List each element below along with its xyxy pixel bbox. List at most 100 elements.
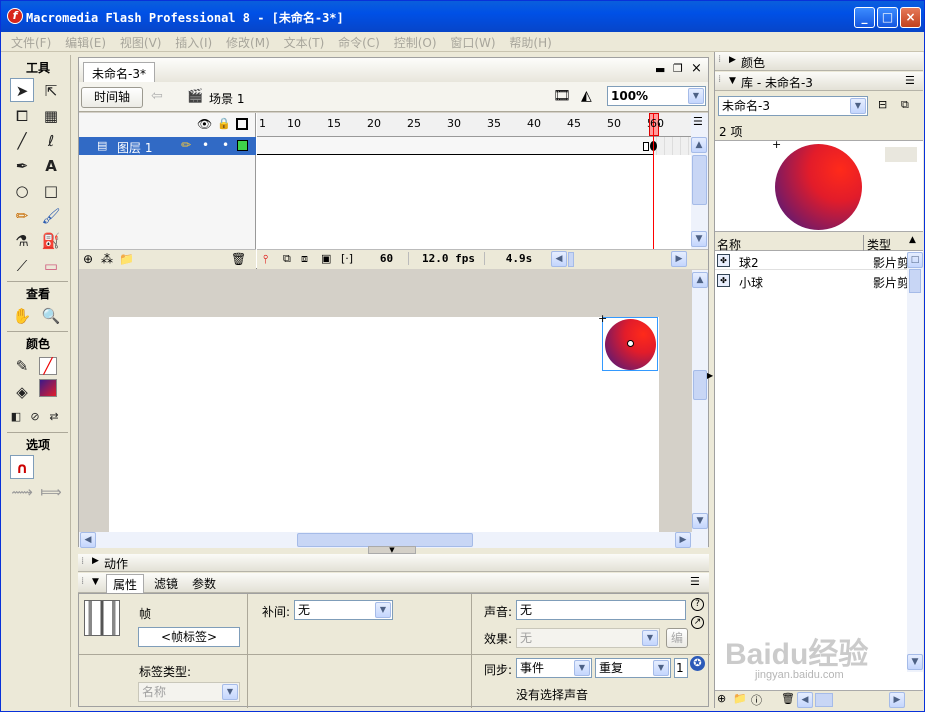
properties-icon[interactable]: ⓘ [751, 692, 762, 708]
visibility-dot[interactable]: • [202, 138, 209, 152]
tab-filters[interactable]: 滤镜 [154, 575, 178, 592]
menu-text[interactable]: 文本(T) [284, 32, 325, 51]
line-tool-icon[interactable]: ╱ [10, 129, 34, 153]
onion-outline-icon[interactable]: ⧈ [301, 252, 308, 266]
minimize-button[interactable]: _ [854, 7, 875, 28]
scroll-left-icon[interactable]: ◀ [797, 692, 813, 708]
eraser-tool-icon[interactable]: ▭ [39, 254, 63, 278]
stage-area[interactable]: + ▲ ▼ [79, 270, 708, 532]
scroll-thumb[interactable] [693, 370, 707, 400]
trash-icon[interactable]: 🗑 [781, 692, 795, 705]
tween-select[interactable]: 无 ▼ [294, 600, 393, 620]
list-item[interactable]: ✤ 球2 影片剪 [715, 252, 907, 270]
actions-label[interactable]: 动作 [104, 555, 128, 572]
pen-tool-icon[interactable]: ✒ [10, 154, 34, 178]
timeline-toggle-button[interactable]: 时间轴 [81, 87, 143, 108]
layer-row-1[interactable]: ▤ 图层 1 ✏ • • [79, 137, 256, 155]
pin-library-icon[interactable]: ⊟ [878, 98, 887, 111]
no-color-icon[interactable]: ⊘ [27, 405, 43, 429]
fill-color-icon[interactable]: ◈ [10, 380, 34, 404]
sound-select[interactable]: 无 [516, 600, 686, 620]
scroll-thumb[interactable] [909, 269, 921, 293]
stage[interactable] [109, 317, 659, 532]
doc-restore-icon[interactable]: ❐ [673, 62, 683, 75]
h-scroll-thumb[interactable] [815, 693, 833, 707]
lock-icon[interactable]: 🔒 [217, 117, 231, 130]
stroke-swatch[interactable]: ╱ [39, 357, 57, 375]
scroll-up-icon[interactable]: ▲ [692, 272, 708, 288]
color-panel-label[interactable]: 颜色 [741, 54, 765, 71]
new-library-icon[interactable]: ⧉ [901, 98, 909, 112]
library-panel-header[interactable]: ⁞ ▼ 库 - 未命名-3 ☰ [715, 72, 923, 91]
frame-ruler[interactable]: 1 10 15 20 25 30 35 40 45 50 55 60 [257, 113, 691, 137]
scroll-left-icon[interactable]: ◀ [551, 251, 567, 267]
snap-magnet-icon[interactable]: ∩ [10, 455, 34, 479]
frames-row[interactable] [257, 137, 691, 155]
panel-menu-icon[interactable]: ☰ [690, 575, 700, 588]
center-frame-icon[interactable]: ⫯ [263, 252, 268, 267]
library-select[interactable]: 未命名-3 ▼ [718, 96, 868, 116]
scene-label[interactable]: 场景 1 [209, 90, 244, 107]
paint-bucket-tool-icon[interactable]: ⛽ [39, 229, 63, 253]
collapse-arrow-icon[interactable]: ▼ [92, 577, 99, 587]
timeline-menu-icon[interactable]: ☰ [693, 115, 703, 128]
sync-select[interactable]: 事件 ▼ [516, 658, 592, 678]
default-colors-icon[interactable]: ◧ [8, 405, 24, 429]
add-guide-icon[interactable]: ⁂ [101, 252, 113, 266]
modify-markers-icon[interactable]: [·] [341, 252, 353, 265]
insert-folder-icon[interactable]: 📁 [119, 252, 134, 266]
layer-outline-color[interactable] [237, 140, 248, 151]
scroll-down-icon[interactable]: ▼ [692, 513, 708, 529]
scroll-up-icon[interactable]: □ [907, 252, 923, 268]
timeline-vscroll[interactable]: ☰ ▲ ▼ [691, 113, 708, 249]
free-transform-tool-icon[interactable]: ⧠ [10, 104, 34, 128]
menu-help[interactable]: 帮助(H) [509, 32, 551, 51]
keyframe-end[interactable] [643, 142, 649, 151]
scroll-right-icon[interactable]: ▶ [671, 251, 687, 267]
subselection-tool-icon[interactable]: ⇱ [39, 79, 63, 103]
preview-controls[interactable] [885, 147, 917, 162]
scroll-down-icon[interactable]: ▼ [907, 654, 923, 670]
library-vscroll[interactable]: □ ▼ [907, 252, 923, 672]
collapse-right-arrow-icon[interactable]: ▶ [707, 356, 714, 396]
oval-tool-icon[interactable]: ○ [10, 179, 34, 203]
rectangle-tool-icon[interactable]: □ [39, 179, 63, 203]
close-button[interactable]: × [900, 7, 921, 28]
doc-close-icon[interactable]: × [691, 61, 702, 76]
maximize-button[interactable]: □ [877, 7, 898, 28]
scroll-left-icon[interactable]: ◀ [80, 532, 96, 548]
pencil-tool-icon[interactable]: ✏ [10, 204, 34, 228]
sort-icon[interactable]: ▲ [909, 235, 916, 245]
layer-name[interactable]: 图层 1 [117, 139, 152, 156]
column-name-header[interactable]: 名称 [717, 236, 741, 253]
brush-tool-icon[interactable]: 🖌 [39, 204, 63, 228]
outline-icon[interactable] [236, 118, 248, 130]
scroll-down-icon[interactable]: ▼ [691, 231, 707, 247]
text-tool-icon[interactable]: A [39, 154, 63, 178]
stroke-color-icon[interactable]: ✎ [10, 354, 34, 378]
actions-panel-header[interactable]: ⁞ ▶ 动作 [78, 554, 709, 572]
new-symbol-icon[interactable]: ⊕ [717, 692, 726, 705]
effect-select[interactable]: 无 ▼ [516, 628, 660, 648]
stage-vscroll[interactable]: ▲ ▼ [692, 270, 708, 532]
ink-bottle-tool-icon[interactable]: ⚗ [10, 229, 34, 253]
color-panel-header[interactable]: ⁞ ▶ 颜色 [715, 52, 923, 71]
eyedropper-tool-icon[interactable]: ⟋ [10, 254, 34, 278]
fill-transform-tool-icon[interactable]: ▦ [39, 104, 63, 128]
menu-file[interactable]: 文件(F) [11, 32, 51, 51]
scroll-right-icon[interactable]: ▶ [889, 692, 905, 708]
insert-layer-icon[interactable]: ⊕ [83, 252, 93, 266]
scroll-thumb[interactable] [297, 533, 473, 547]
edit-in-place-icon[interactable]: ↗ [691, 616, 704, 629]
edit-multiple-icon[interactable]: ▣ [321, 252, 331, 265]
help-icon[interactable]: ? [691, 598, 704, 611]
lasso-tool-icon[interactable]: ℓ [39, 129, 63, 153]
h-scroll-thumb[interactable] [568, 252, 574, 267]
frame-rate[interactable]: 12.0 fps [413, 252, 485, 265]
zoom-tool-icon[interactable]: 🔍 [39, 304, 63, 328]
trash-icon[interactable]: 🗑 [231, 252, 246, 266]
doc-minimize-icon[interactable]: ▬ [655, 63, 665, 76]
edit-sound-button[interactable]: 编辑 [666, 628, 688, 648]
back-arrow-icon[interactable]: ⇦ [151, 88, 163, 104]
edit-symbols-icon[interactable]: ◭ [581, 88, 592, 104]
